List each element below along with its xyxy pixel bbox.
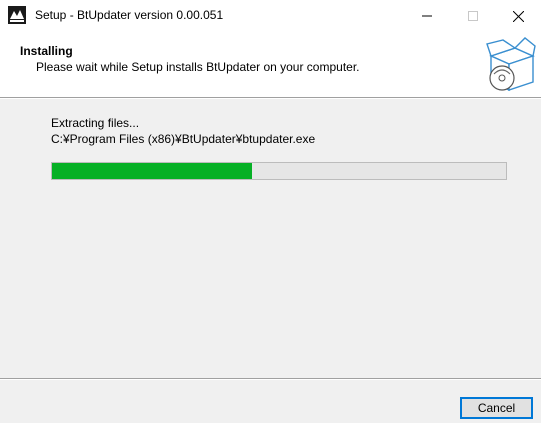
cancel-button[interactable]: Cancel [460,397,533,419]
close-icon [512,10,524,22]
install-progress-bar [51,162,507,180]
install-box-icon [485,36,537,94]
minimize-icon [422,15,432,17]
page-subtitle: Please wait while Setup installs BtUpdat… [36,60,360,74]
maximize-icon [468,11,478,21]
page-title: Installing [20,44,73,58]
maximize-button[interactable] [450,0,496,32]
current-file-label: C:¥Program Files (x86)¥BtUpdater¥btupdat… [51,132,316,146]
minimize-button[interactable] [404,0,450,32]
close-button[interactable] [495,0,541,32]
setup-window: Setup - BtUpdater version 0.00.051 Insta… [0,0,541,423]
title-bar[interactable]: Setup - BtUpdater version 0.00.051 [0,0,541,32]
window-title: Setup - BtUpdater version 0.00.051 [35,8,224,22]
wizard-header: Installing Please wait while Setup insta… [0,32,541,97]
setup-app-icon[interactable] [8,6,26,24]
progress-fill [52,163,252,179]
status-label: Extracting files... [51,116,140,130]
